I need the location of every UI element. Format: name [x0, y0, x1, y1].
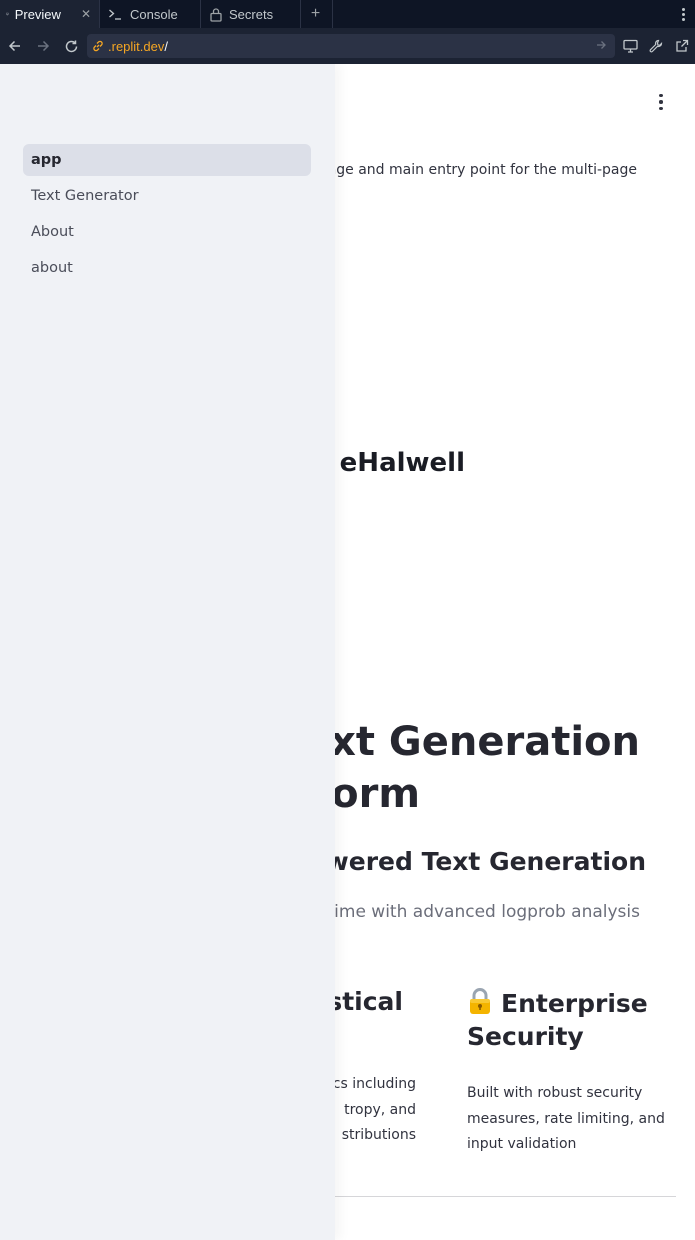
- main-menu-button[interactable]: [653, 94, 669, 110]
- devices-button[interactable]: [617, 32, 643, 60]
- url-host: .replit.dev: [108, 38, 165, 54]
- terminal-icon: [109, 9, 121, 20]
- refresh-icon: [65, 40, 77, 52]
- tab-secrets-label: Secrets: [229, 6, 274, 22]
- forward-button[interactable]: [29, 32, 57, 60]
- feature-security-title: Enterprise Security: [467, 987, 687, 1053]
- streamlit-app: epage and main entry point for the multi…: [0, 64, 695, 1240]
- arrow-left-icon: [8, 40, 20, 52]
- external-link-icon: [676, 39, 689, 52]
- sidebar-item-text-generator[interactable]: Text Generator: [23, 180, 311, 212]
- arrow-right-icon: [38, 40, 50, 52]
- tab-console-label: Console: [130, 6, 178, 22]
- back-button[interactable]: [1, 32, 29, 60]
- new-tab-button[interactable]: +: [301, 0, 333, 28]
- open-new-tab-button[interactable]: [669, 32, 695, 60]
- more-vertical-icon: [681, 7, 685, 21]
- preview-url-bar: .replit.dev /: [0, 28, 695, 64]
- close-icon[interactable]: ✕: [81, 7, 91, 21]
- ide-tab-bar: Preview ✕ Console Secrets +: [0, 0, 695, 28]
- link-icon: [93, 40, 103, 52]
- go-arrow-icon[interactable]: [595, 39, 607, 54]
- lock-icon: [210, 7, 222, 22]
- desktop-icon: [622, 39, 638, 53]
- tab-bar-menu-button[interactable]: [671, 0, 695, 28]
- tab-preview-label: Preview: [14, 6, 61, 22]
- reload-button[interactable]: [57, 32, 85, 60]
- section-divider: [335, 1196, 676, 1197]
- monitor-icon: [6, 12, 9, 16]
- url-input[interactable]: .replit.dev /: [87, 34, 615, 58]
- lock-emoji-icon: [470, 988, 490, 1014]
- devtools-button[interactable]: [643, 32, 669, 60]
- feature-security: Enterprise Security Built with robust se…: [467, 987, 687, 1158]
- tab-console[interactable]: Console: [100, 0, 201, 28]
- sidebar-item-about-lower[interactable]: about: [23, 252, 311, 284]
- sidebar-item-app[interactable]: app: [23, 144, 311, 176]
- sidebar-item-about[interactable]: About: [23, 216, 311, 248]
- plus-icon: +: [310, 5, 321, 22]
- wrench-icon: [649, 39, 663, 53]
- page-navigation: app Text Generator About about: [23, 144, 311, 288]
- tab-secrets[interactable]: Secrets: [201, 0, 301, 28]
- tab-preview[interactable]: Preview ✕: [0, 0, 100, 28]
- url-path: /: [164, 38, 168, 54]
- feature-security-title-text: Enterprise Security: [467, 989, 648, 1051]
- feature-security-body: Built with robust security measures, rat…: [467, 1085, 665, 1152]
- sidebar: app Text Generator About about: [0, 64, 335, 1240]
